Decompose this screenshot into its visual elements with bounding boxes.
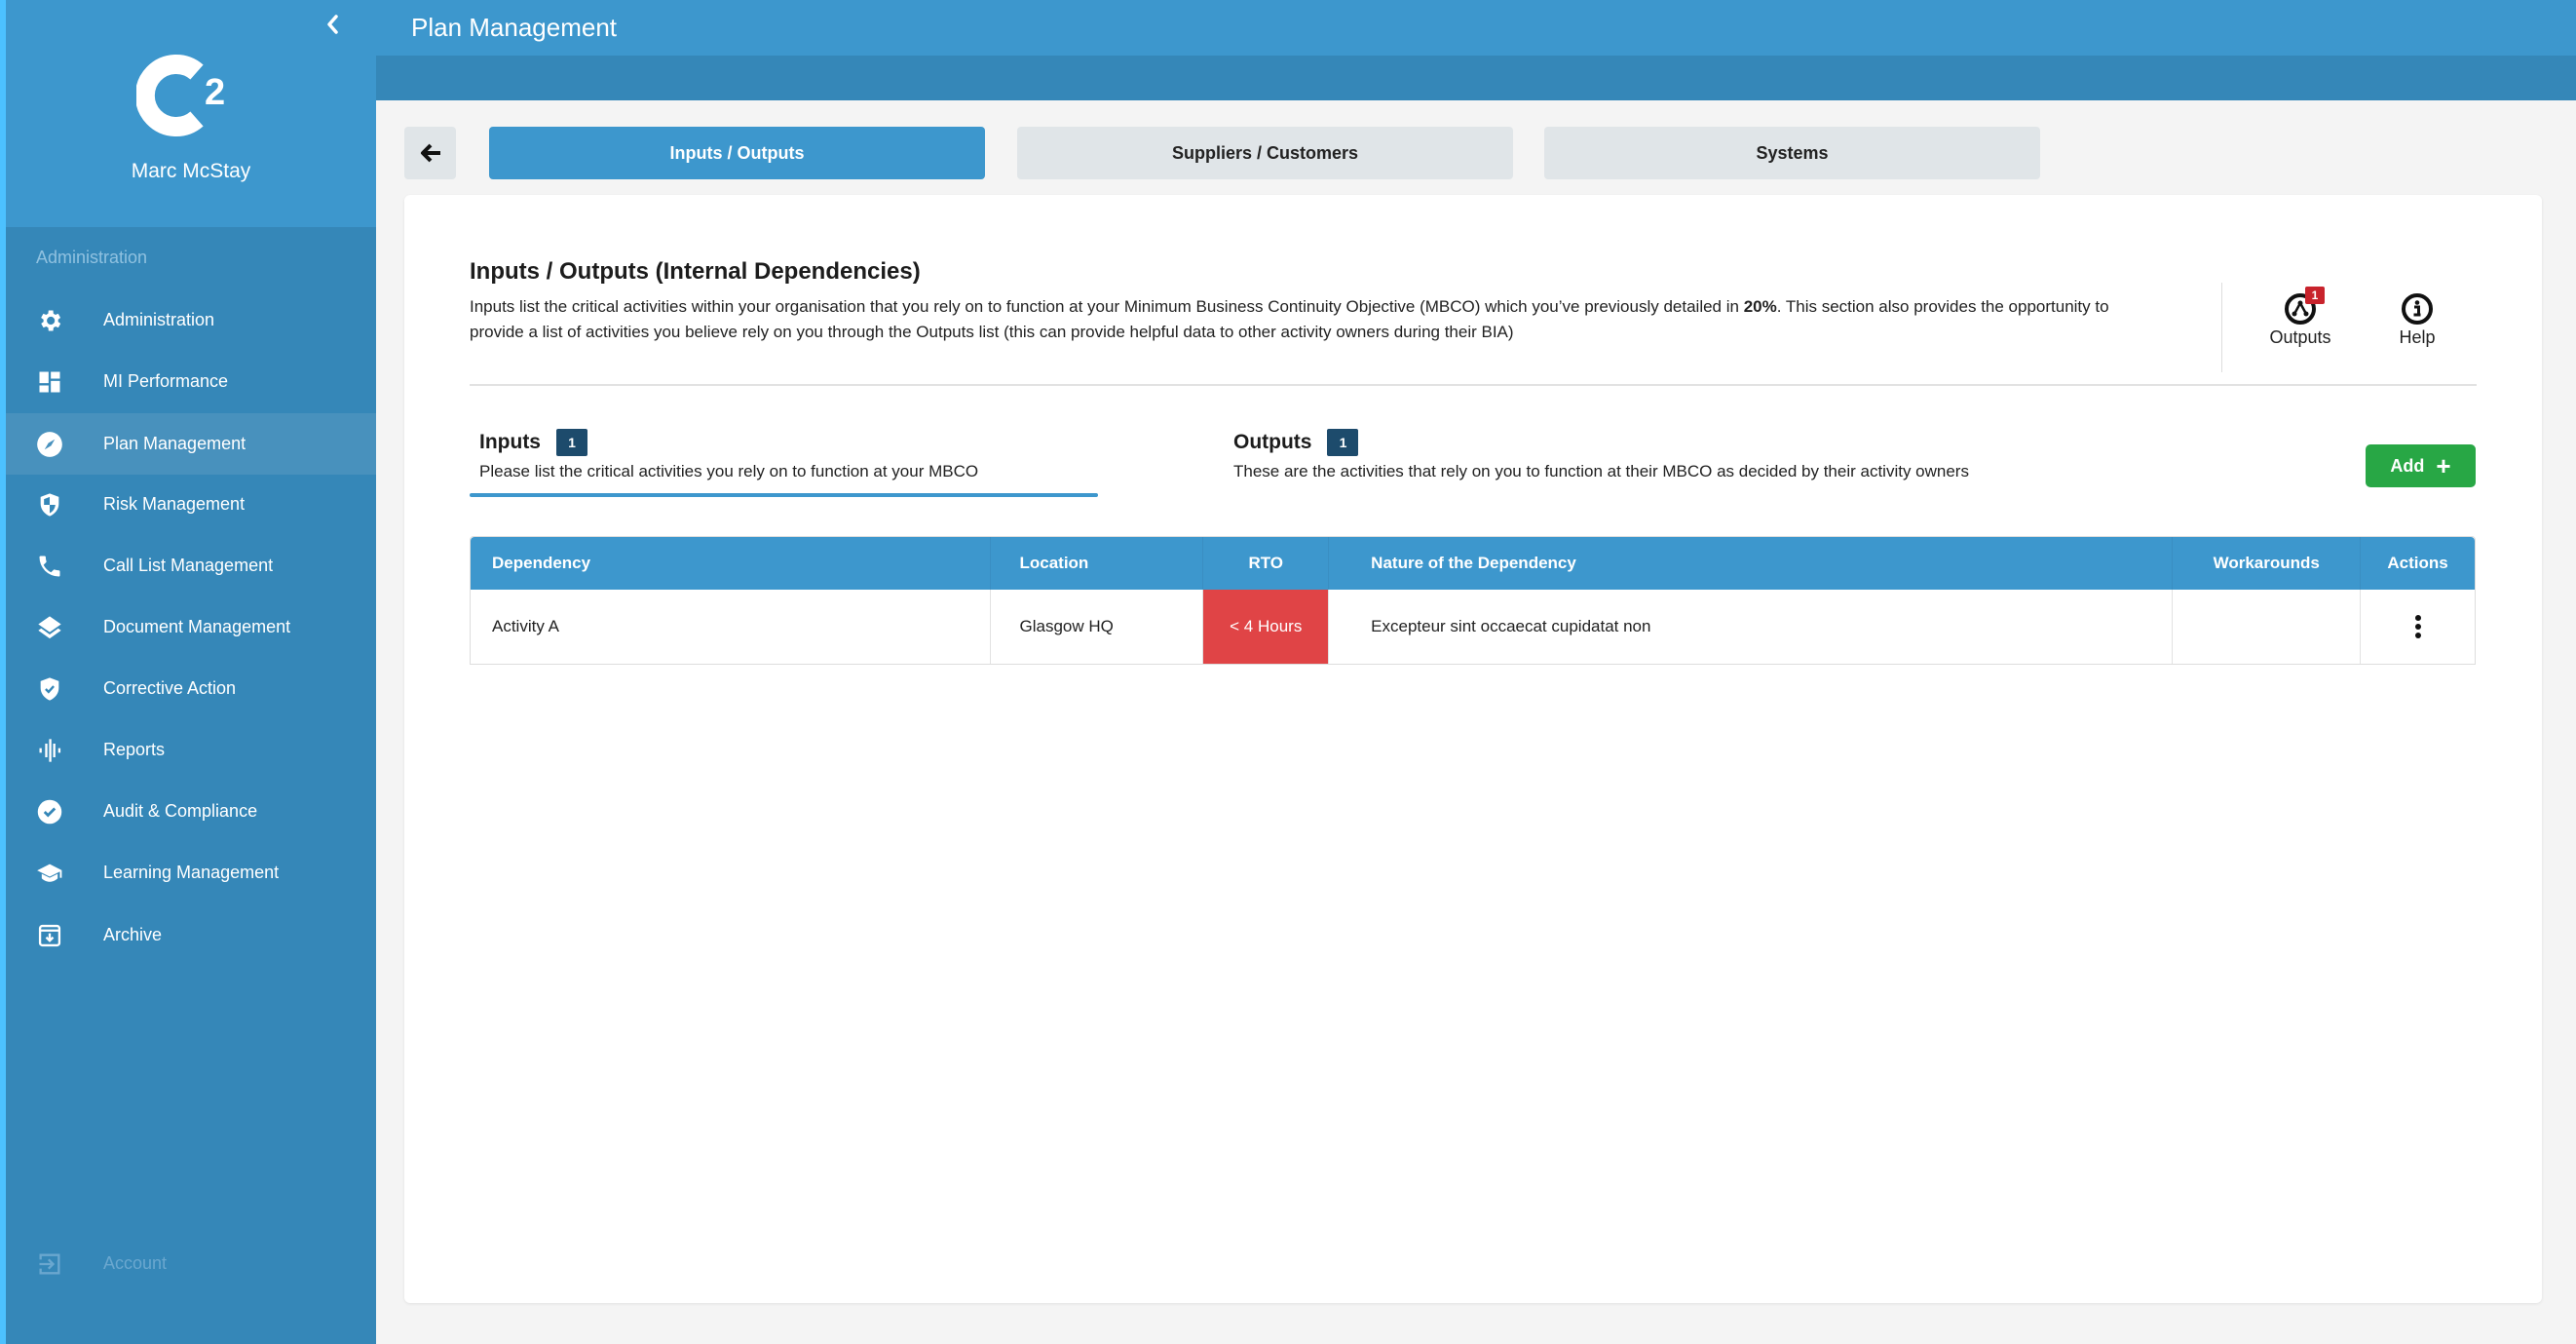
sidebar-item-learning-management[interactable]: Learning Management <box>6 842 376 903</box>
sidebar-section-label: Administration <box>36 248 148 267</box>
table-header: Dependency Location RTO Nature of the De… <box>471 537 2475 590</box>
sidebar-item-mi-performance[interactable]: MI Performance <box>6 351 376 412</box>
sidebar-item-document-management[interactable]: Document Management <box>6 596 376 658</box>
subtab-inputs[interactable]: Inputs 1 Please list the critical activit… <box>479 429 978 481</box>
sidebar-item-label: Call List Management <box>103 556 274 575</box>
outputs-button[interactable]: 1 Outputs <box>2261 287 2339 348</box>
column-header-rto[interactable]: RTO <box>1203 537 1330 590</box>
dashboard-icon <box>33 365 66 399</box>
table-row[interactable]: Activity A Glasgow HQ < 4 Hours Excepteu… <box>471 590 2475 664</box>
outputs-count-badge: 1 <box>1327 429 1359 456</box>
sidebar-item-label: Administration <box>103 310 215 329</box>
more-actions-icon[interactable] <box>2408 612 2428 641</box>
vertical-divider <box>2221 283 2222 372</box>
active-subtab-indicator <box>470 493 1098 497</box>
tab-suppliers-customers[interactable]: Suppliers / Customers <box>1017 127 1513 179</box>
sidebar-item-label: Archive <box>103 925 163 944</box>
sidebar-item-call-list-management[interactable]: Call List Management <box>6 535 376 596</box>
arrow-left-icon <box>420 143 440 163</box>
subtab-inputs-title: Inputs <box>479 431 541 453</box>
sidebar-item-label: Account <box>103 1253 168 1273</box>
shield-check-icon <box>33 672 66 706</box>
sidebar-item-reports[interactable]: Reports <box>6 719 376 781</box>
sidebar-item-corrective-action[interactable]: Corrective Action <box>6 658 376 719</box>
sidebar-item-risk-management[interactable]: Risk Management <box>6 474 376 535</box>
section-heading: Inputs / Outputs (Internal Dependencies) <box>470 258 921 285</box>
header-sub-bar <box>376 56 2576 100</box>
add-button[interactable]: Add + <box>2366 444 2476 487</box>
waveform-icon <box>33 734 66 767</box>
tab-inputs-outputs[interactable]: Inputs / Outputs <box>489 127 985 179</box>
sidebar-item-label: Audit & Compliance <box>103 801 258 821</box>
sidebar-item-label: Reports <box>103 740 166 759</box>
add-button-label: Add <box>2390 455 2425 476</box>
sidebar-item-label: Risk Management <box>103 494 246 514</box>
plus-icon: + <box>2436 451 2451 480</box>
sidebar-item-archive[interactable]: Archive <box>6 904 376 966</box>
cell-rto: < 4 Hours <box>1203 590 1330 664</box>
chevron-left-icon <box>327 15 338 34</box>
cell-nature: Excepteur sint occaecat cupidatat non <box>1329 590 2174 664</box>
gear-icon <box>33 304 66 337</box>
c2-logo: 2 <box>134 51 244 138</box>
back-button[interactable] <box>404 127 456 179</box>
dependencies-table: Dependency Location RTO Nature of the De… <box>470 536 2476 665</box>
sidebar-item-account[interactable]: Account <box>6 1233 376 1294</box>
sidebar-item-label: Document Management <box>103 617 291 636</box>
cell-dependency: Activity A <box>471 590 992 664</box>
column-header-dependency[interactable]: Dependency <box>471 537 992 590</box>
subtab-outputs[interactable]: Outputs 1 These are the activities that r… <box>1233 429 1969 481</box>
column-header-workarounds[interactable]: Workarounds <box>2173 537 2362 590</box>
column-header-nature[interactable]: Nature of the Dependency <box>1329 537 2174 590</box>
section-description: Inputs list the critical activities with… <box>470 297 2109 341</box>
sidebar-item-label: Plan Management <box>103 434 246 453</box>
outputs-button-label: Outputs <box>2269 327 2331 347</box>
phone-icon <box>33 550 66 583</box>
sidebar-item-audit-compliance[interactable]: Audit & Compliance <box>6 781 376 842</box>
check-circle-icon <box>33 795 66 828</box>
cell-actions <box>2361 590 2475 664</box>
compass-icon <box>33 428 66 461</box>
cell-location: Glasgow HQ <box>991 590 1204 664</box>
tab-systems[interactable]: Systems <box>1544 127 2040 179</box>
sidebar-item-label: Learning Management <box>103 863 280 882</box>
svg-text:2: 2 <box>205 72 225 113</box>
shield-half-icon <box>33 488 66 521</box>
column-header-actions: Actions <box>2387 554 2448 572</box>
content-card: Inputs / Outputs (Internal Dependencies)… <box>404 195 2542 1303</box>
subtab-outputs-title: Outputs <box>1233 431 1312 453</box>
sidebar: 2 Marc McStay Administration Administrat… <box>0 0 376 1344</box>
user-name: Marc McStay <box>131 160 251 182</box>
archive-icon <box>33 919 66 952</box>
sidebar-item-label: Corrective Action <box>103 678 237 698</box>
page-header: Plan Management <box>376 0 2576 56</box>
graduation-cap-icon <box>33 857 66 890</box>
layers-icon <box>33 611 66 644</box>
outputs-notification-badge: 1 <box>2305 287 2325 304</box>
sign-in-icon <box>33 1248 66 1281</box>
sidebar-item-administration[interactable]: Administration <box>6 289 376 351</box>
cell-workarounds <box>2173 590 2362 664</box>
inputs-count-badge: 1 <box>556 429 587 456</box>
column-header-location[interactable]: Location <box>991 537 1204 590</box>
subtab-inputs-description: Please list the critical activities you … <box>479 462 979 480</box>
sidebar-item-plan-management[interactable]: Plan Management <box>6 413 376 475</box>
subtab-outputs-description: These are the activities that rely on yo… <box>1233 462 1969 480</box>
page-title: Plan Management <box>411 13 618 42</box>
section-divider <box>470 384 2477 386</box>
help-button[interactable]: Help <box>2378 292 2456 348</box>
help-button-label: Help <box>2399 327 2436 347</box>
collapse-sidebar-button[interactable] <box>318 12 347 41</box>
sidebar-item-label: MI Performance <box>103 371 229 391</box>
info-icon <box>2402 293 2433 325</box>
